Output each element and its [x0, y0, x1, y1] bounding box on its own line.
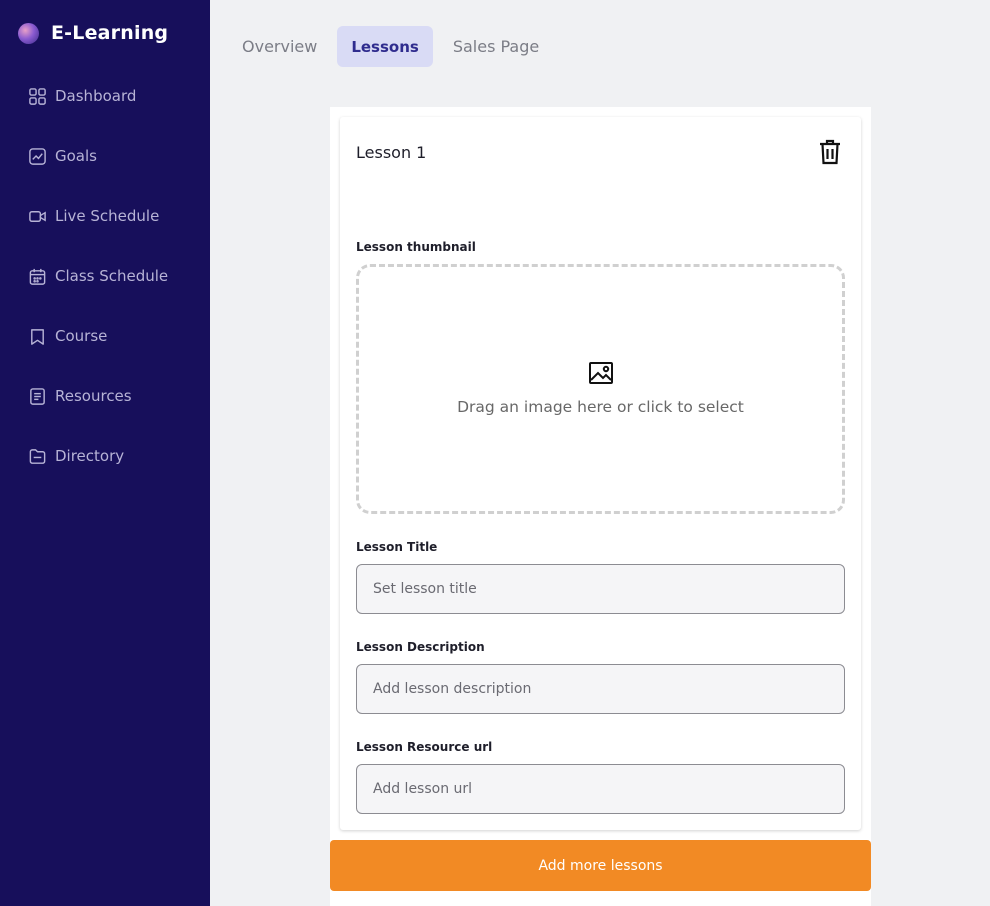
sidebar-item-label: Directory — [55, 447, 125, 465]
tab-bar: Overview Lessons Sales Page — [228, 26, 559, 67]
brand[interactable]: E-Learning — [18, 22, 168, 44]
globe-logo-icon — [18, 22, 39, 44]
sidebar-item-label: Class Schedule — [55, 267, 169, 285]
add-more-lessons-button[interactable]: Add more lessons — [330, 840, 871, 891]
lesson-title-label: Lesson Title — [356, 540, 438, 554]
document-icon — [30, 387, 45, 405]
chart-trend-icon — [29, 147, 46, 165]
sidebar-item-directory[interactable]: Directory — [0, 436, 210, 476]
lesson-url-label: Lesson Resource url — [356, 740, 493, 754]
sidebar-item-resources[interactable]: Resources — [0, 376, 210, 416]
calendar-icon — [29, 268, 46, 285]
image-icon — [589, 362, 613, 384]
video-camera-icon — [29, 210, 46, 222]
sidebar: E-Learning Dashboard Goals Live Schedule — [0, 0, 210, 906]
brand-title: E-Learning — [51, 22, 169, 44]
lesson-description-label: Lesson Description — [356, 640, 485, 654]
thumbnail-dropzone[interactable] — [356, 264, 845, 514]
lesson-description-input[interactable] — [356, 664, 845, 714]
lesson-heading: Lesson 1 — [356, 143, 427, 162]
sidebar-nav: Dashboard Goals Live Schedule Class Sche… — [0, 76, 210, 496]
tab-overview[interactable]: Overview — [228, 26, 331, 67]
sidebar-item-label: Goals — [55, 147, 97, 165]
sidebar-item-course[interactable]: Course — [0, 316, 210, 356]
dashboard-grid-icon — [29, 87, 46, 105]
tab-lessons[interactable]: Lessons — [337, 26, 433, 67]
sidebar-item-live-schedule[interactable]: Live Schedule — [0, 196, 210, 236]
dropzone-text: Drag an image here or click to select — [457, 398, 744, 416]
sidebar-item-label: Resources — [55, 387, 132, 405]
bookmark-icon — [31, 328, 44, 345]
thumbnail-label: Lesson thumbnail — [356, 240, 476, 254]
lesson-title-input[interactable] — [356, 564, 845, 614]
sidebar-item-label: Course — [55, 327, 108, 345]
sidebar-item-goals[interactable]: Goals — [0, 136, 210, 176]
sidebar-item-dashboard[interactable]: Dashboard — [0, 76, 210, 116]
folder-icon — [29, 448, 46, 464]
sidebar-item-class-schedule[interactable]: Class Schedule — [0, 256, 210, 296]
tab-sales-page[interactable]: Sales Page — [439, 26, 553, 67]
trash-icon[interactable] — [818, 139, 842, 165]
sidebar-item-label: Dashboard — [55, 87, 137, 105]
lesson-url-input[interactable] — [356, 764, 845, 814]
sidebar-item-label: Live Schedule — [55, 207, 160, 225]
